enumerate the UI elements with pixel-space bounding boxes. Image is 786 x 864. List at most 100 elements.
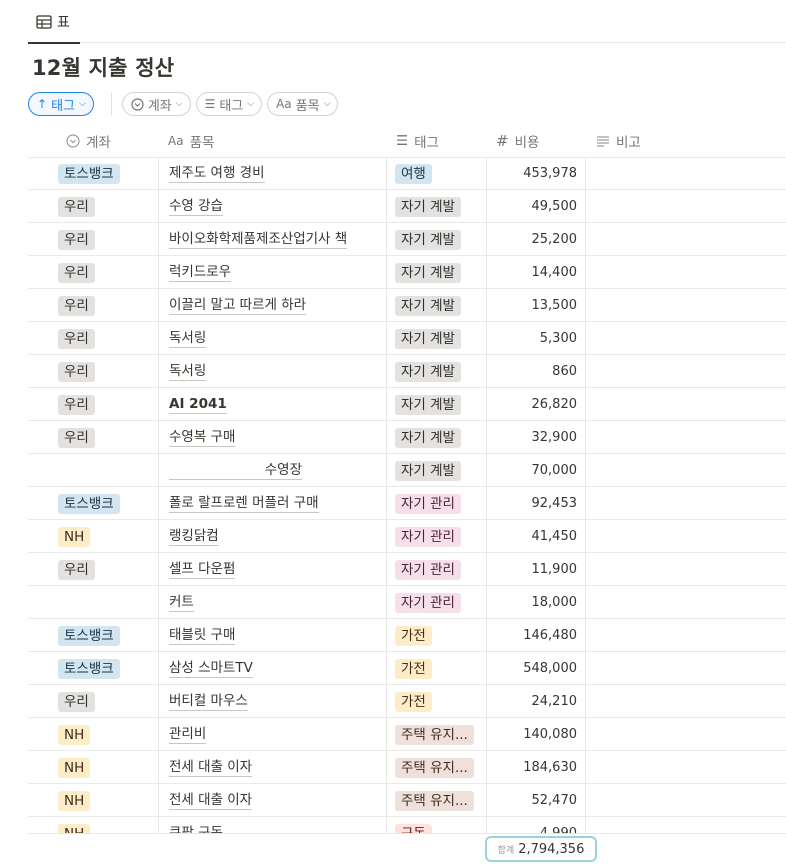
account-cell[interactable]: NH: [58, 751, 158, 784]
note-cell[interactable]: [586, 256, 786, 289]
item-title-link[interactable]: 전세 대출 이자: [169, 758, 253, 777]
note-cell[interactable]: [586, 454, 786, 487]
item-title-link[interactable]: 커트: [169, 593, 194, 612]
note-cell[interactable]: [586, 355, 786, 388]
account-cell[interactable]: 토스뱅크: [58, 652, 158, 685]
column-header-note[interactable]: 비고: [596, 124, 641, 157]
cost-cell[interactable]: 146,480: [486, 619, 586, 652]
item-title-link[interactable]: 수영 강습: [169, 197, 223, 216]
item-title-link[interactable]: 독서링: [169, 329, 207, 348]
note-cell[interactable]: [586, 289, 786, 322]
account-cell[interactable]: 우리: [58, 256, 158, 289]
item-cell[interactable]: 수영장: [158, 454, 386, 487]
table-row[interactable]: NH 랭킹닭컴 자기 관리 41,450: [28, 520, 786, 553]
table-row[interactable]: 우리 독서링 자기 계발 5,300: [28, 322, 786, 355]
item-cell[interactable]: AI 2041: [158, 388, 386, 421]
cost-cell[interactable]: 41,450: [486, 520, 586, 553]
cost-cell[interactable]: 453,978: [486, 157, 586, 190]
note-cell[interactable]: [586, 586, 786, 619]
tag-cell[interactable]: 자기 관리: [386, 487, 486, 520]
tag-cell[interactable]: 자기 계발: [386, 355, 486, 388]
cost-cell[interactable]: 11,900: [486, 553, 586, 586]
note-cell[interactable]: [586, 157, 786, 190]
table-row[interactable]: 토스뱅크 태블릿 구매 가전 146,480: [28, 619, 786, 652]
table-row[interactable]: 수영장 자기 계발 70,000: [28, 454, 786, 487]
account-cell[interactable]: 우리: [58, 223, 158, 256]
table-row[interactable]: 토스뱅크 폴로 랄프로렌 머플러 구매 자기 관리 92,453: [28, 487, 786, 520]
item-cell[interactable]: 셀프 다운펌: [158, 553, 386, 586]
item-cell[interactable]: 커트: [158, 586, 386, 619]
tag-cell[interactable]: 자기 계발: [386, 454, 486, 487]
tag-cell[interactable]: 구독: [386, 817, 486, 834]
tag-cell[interactable]: 주택 유지...: [386, 784, 486, 817]
note-cell[interactable]: [586, 487, 786, 520]
account-cell[interactable]: NH: [58, 718, 158, 751]
item-cell[interactable]: 바이오화학제품제조산업기사 책: [158, 223, 386, 256]
table-row[interactable]: 우리 럭키드로우 자기 계발 14,400: [28, 256, 786, 289]
item-cell[interactable]: 수영 강습: [158, 190, 386, 223]
cost-cell[interactable]: 26,820: [486, 388, 586, 421]
item-cell[interactable]: 제주도 여행 경비: [158, 157, 386, 190]
account-cell[interactable]: 우리: [58, 553, 158, 586]
item-cell[interactable]: 버티컬 마우스: [158, 685, 386, 718]
cost-cell[interactable]: 24,210: [486, 685, 586, 718]
item-title-link[interactable]: 바이오화학제품제조산업기사 책: [169, 230, 348, 249]
filter-chip-account[interactable]: 계좌 ⌵: [121, 92, 191, 116]
item-cell[interactable]: 폴로 랄프로렌 머플러 구매: [158, 487, 386, 520]
item-title-link[interactable]: 태블릿 구매: [169, 626, 236, 645]
item-title-link[interactable]: 이끌리 말고 따르게 하라: [169, 296, 307, 315]
note-cell[interactable]: [586, 817, 786, 834]
tag-cell[interactable]: 자기 계발: [386, 256, 486, 289]
account-cell[interactable]: 우리: [58, 190, 158, 223]
item-cell[interactable]: 럭키드로우: [158, 256, 386, 289]
table-row[interactable]: 우리 셀프 다운펌 자기 관리 11,900: [28, 553, 786, 586]
table-row[interactable]: 토스뱅크 삼성 스마트TV 가전 548,000: [28, 652, 786, 685]
note-cell[interactable]: [586, 718, 786, 751]
note-cell[interactable]: [586, 784, 786, 817]
tag-cell[interactable]: 자기 관리: [386, 586, 486, 619]
item-title-link[interactable]: 럭키드로우: [169, 263, 232, 282]
account-cell[interactable]: NH: [58, 520, 158, 553]
table-row[interactable]: 우리 바이오화학제품제조산업기사 책 자기 계발 25,200: [28, 223, 786, 256]
cost-sum-summary[interactable]: 합계 2,794,356: [485, 836, 597, 862]
column-header-cost[interactable]: # 비용: [496, 124, 539, 157]
item-title-link[interactable]: 폴로 랄프로렌 머플러 구매: [169, 494, 319, 513]
account-cell[interactable]: [58, 586, 158, 619]
note-cell[interactable]: [586, 652, 786, 685]
table-row[interactable]: 우리 AI 2041 자기 계발 26,820: [28, 388, 786, 421]
item-cell[interactable]: 독서링: [158, 322, 386, 355]
cost-cell[interactable]: 70,000: [486, 454, 586, 487]
cost-cell[interactable]: 49,500: [486, 190, 586, 223]
cost-cell[interactable]: 25,200: [486, 223, 586, 256]
item-cell[interactable]: 전세 대출 이자: [158, 784, 386, 817]
cost-cell[interactable]: 140,080: [486, 718, 586, 751]
tag-cell[interactable]: 자기 계발: [386, 190, 486, 223]
item-title-link[interactable]: 삼성 스마트TV: [169, 659, 253, 678]
item-title-link[interactable]: 제주도 여행 경비: [169, 164, 265, 183]
cost-cell[interactable]: 4,990: [486, 817, 586, 834]
account-cell[interactable]: NH: [58, 784, 158, 817]
table-row[interactable]: NH 전세 대출 이자 주택 유지... 52,470: [28, 784, 786, 817]
note-cell[interactable]: [586, 553, 786, 586]
tag-cell[interactable]: 주택 유지...: [386, 718, 486, 751]
tag-cell[interactable]: 가전: [386, 685, 486, 718]
table-row[interactable]: NH 쿠팡 구독 구독 4,990: [28, 817, 786, 834]
account-cell[interactable]: 토스뱅크: [58, 487, 158, 520]
item-title-link[interactable]: 관리비: [169, 725, 207, 744]
item-cell[interactable]: 수영복 구매: [158, 421, 386, 454]
filter-chip-tag[interactable]: ☰ 태그 ⌵: [195, 92, 263, 116]
item-cell[interactable]: 전세 대출 이자: [158, 751, 386, 784]
item-cell[interactable]: 태블릿 구매: [158, 619, 386, 652]
item-cell[interactable]: 이끌리 말고 따르게 하라: [158, 289, 386, 322]
table-row[interactable]: 우리 버티컬 마우스 가전 24,210: [28, 685, 786, 718]
account-cell[interactable]: NH: [58, 817, 158, 834]
tag-cell[interactable]: 자기 계발: [386, 322, 486, 355]
note-cell[interactable]: [586, 685, 786, 718]
account-cell[interactable]: 우리: [58, 322, 158, 355]
table-row[interactable]: 커트 자기 관리 18,000: [28, 586, 786, 619]
cost-cell[interactable]: 184,630: [486, 751, 586, 784]
table-row[interactable]: NH 관리비 주택 유지... 140,080: [28, 718, 786, 751]
account-cell[interactable]: 우리: [58, 421, 158, 454]
item-cell[interactable]: 관리비: [158, 718, 386, 751]
tag-cell[interactable]: 자기 계발: [386, 223, 486, 256]
